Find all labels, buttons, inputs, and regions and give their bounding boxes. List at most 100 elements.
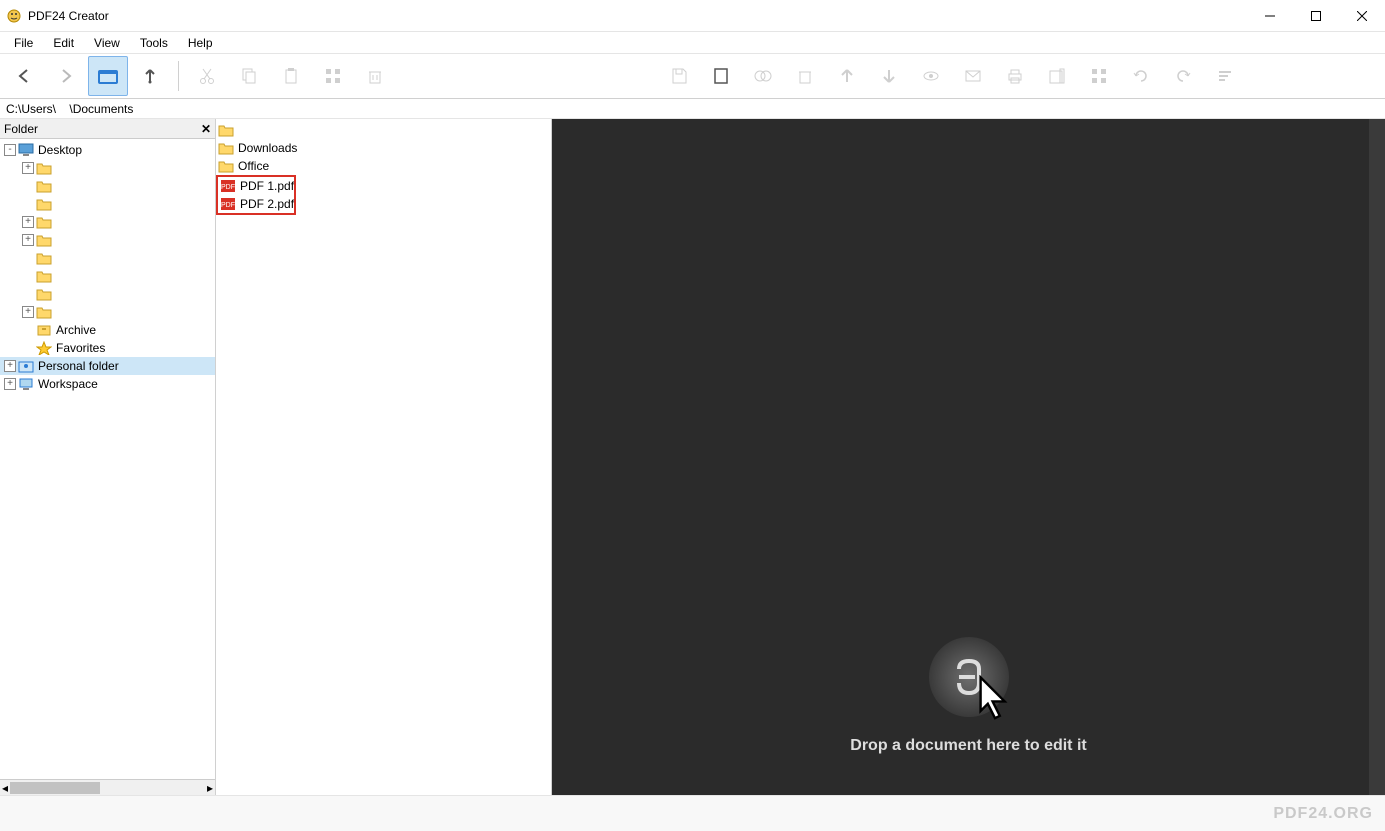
print-button[interactable] — [995, 56, 1035, 96]
folder-header-label: Folder — [4, 122, 38, 136]
scroll-left-icon[interactable]: ◂ — [2, 781, 8, 795]
tree-row[interactable]: Archive — [0, 321, 215, 339]
tree-label: Archive — [54, 323, 98, 337]
expand-icon[interactable]: + — [22, 216, 34, 228]
menu-edit[interactable]: Edit — [43, 33, 84, 53]
file-row-folder[interactable]: Downloads — [216, 139, 551, 157]
folder-icon — [36, 197, 52, 211]
merge-button[interactable] — [743, 56, 783, 96]
folder-icon — [36, 269, 52, 283]
folder-icon — [218, 123, 234, 137]
menu-view[interactable]: View — [84, 33, 130, 53]
folder-pane: Folder ✕ -Desktop++++ArchiveFavorites+Pe… — [0, 119, 216, 795]
grid-view-button[interactable] — [313, 56, 353, 96]
footer-brand: PDF24.ORG — [1273, 805, 1373, 823]
close-button[interactable] — [1339, 0, 1385, 32]
folder-icon — [36, 215, 52, 229]
cut-button[interactable] — [187, 56, 227, 96]
file-label: Office — [238, 159, 269, 173]
expand-icon[interactable]: + — [22, 162, 34, 174]
folder-icon — [36, 287, 52, 301]
tree-row[interactable]: Favorites — [0, 339, 215, 357]
menubar: File Edit View Tools Help — [0, 32, 1385, 54]
thumbnails-button[interactable] — [1079, 56, 1119, 96]
expand-icon[interactable]: + — [4, 360, 16, 372]
tree-label: Personal folder — [36, 359, 121, 373]
preview-button[interactable] — [911, 56, 951, 96]
folder-icon — [36, 161, 52, 175]
rotate-right-button[interactable] — [1163, 56, 1203, 96]
tree-row[interactable] — [0, 267, 215, 285]
svg-text:PDF: PDF — [221, 184, 235, 191]
tree-row[interactable] — [0, 249, 215, 267]
personal-icon — [18, 359, 34, 373]
new-doc-button[interactable] — [701, 56, 741, 96]
tree-row[interactable] — [0, 195, 215, 213]
menu-tools[interactable]: Tools — [130, 33, 178, 53]
path-gap — [56, 102, 69, 116]
folder-icon — [218, 159, 234, 173]
tree-label: Workspace — [36, 377, 100, 391]
folder-icon — [218, 141, 234, 155]
pathbar: C:\Users\ \Documents — [0, 99, 1385, 119]
fax-button[interactable] — [1037, 56, 1077, 96]
email-button[interactable] — [953, 56, 993, 96]
menu-file[interactable]: File — [4, 33, 43, 53]
save-button[interactable] — [659, 56, 699, 96]
file-label: PDF 1.pdf — [240, 179, 294, 193]
back-button[interactable] — [4, 56, 44, 96]
workspace-icon — [18, 377, 34, 391]
tree-row[interactable]: + — [0, 213, 215, 231]
pdf-icon: PDF — [220, 179, 236, 193]
tree-scrollbar[interactable]: ◂ ▸ — [0, 779, 215, 795]
tree-row[interactable]: + — [0, 159, 215, 177]
tree-row[interactable] — [0, 177, 215, 195]
editor-pane[interactable]: Drop a document here to edit it — [552, 119, 1385, 795]
file-row-pdf[interactable]: PDFPDF 2.pdf — [218, 195, 294, 213]
sort-button[interactable] — [1205, 56, 1245, 96]
move-up-button[interactable] — [827, 56, 867, 96]
expand-icon[interactable]: + — [22, 234, 34, 246]
main-area: Folder ✕ -Desktop++++ArchiveFavorites+Pe… — [0, 119, 1385, 795]
file-list-pane[interactable]: Downloads Office PDF PDF 1.pdf PDFPDF 2.pdf — [216, 119, 552, 795]
collapse-icon[interactable]: - — [4, 144, 16, 156]
expand-icon[interactable]: + — [22, 306, 34, 318]
tree-row[interactable]: + Workspace — [0, 375, 215, 393]
explorer-button[interactable] — [88, 56, 128, 96]
up-button[interactable] — [130, 56, 170, 96]
forward-button[interactable] — [46, 56, 86, 96]
minimize-button[interactable] — [1247, 0, 1293, 32]
window-title: PDF24 Creator — [28, 9, 109, 23]
file-row-folder[interactable] — [216, 121, 551, 139]
move-down-button[interactable] — [869, 56, 909, 96]
folder-pane-close[interactable]: ✕ — [201, 122, 211, 136]
tree-row[interactable] — [0, 285, 215, 303]
file-label: Downloads — [238, 141, 297, 155]
trash-button[interactable] — [785, 56, 825, 96]
favorites-icon — [36, 341, 52, 355]
scroll-thumb[interactable] — [10, 782, 100, 794]
drop-logo — [929, 637, 1009, 717]
file-row-folder[interactable]: Office — [216, 157, 551, 175]
tree-label: Desktop — [36, 143, 84, 157]
scroll-right-icon[interactable]: ▸ — [207, 781, 213, 795]
selected-files-group: PDF PDF 1.pdf PDFPDF 2.pdf — [216, 175, 296, 215]
folder-icon — [36, 251, 52, 265]
rotate-left-button[interactable] — [1121, 56, 1161, 96]
paste-button[interactable] — [271, 56, 311, 96]
tree-row[interactable]: + Personal folder — [0, 357, 215, 375]
desktop-icon — [18, 143, 34, 157]
editor-scrollbar[interactable] — [1369, 119, 1385, 795]
tree-row[interactable]: + — [0, 231, 215, 249]
tree-row[interactable]: - Desktop — [0, 141, 215, 159]
file-row-pdf[interactable]: PDF PDF 1.pdf — [218, 177, 294, 195]
svg-text:PDF: PDF — [221, 202, 235, 209]
tree-row[interactable]: + — [0, 303, 215, 321]
pdf-icon: PDF — [220, 197, 236, 211]
expand-icon[interactable]: + — [4, 378, 16, 390]
folder-tree[interactable]: -Desktop++++ArchiveFavorites+Personal fo… — [0, 139, 215, 779]
delete-button[interactable] — [355, 56, 395, 96]
menu-help[interactable]: Help — [178, 33, 223, 53]
maximize-button[interactable] — [1293, 0, 1339, 32]
copy-button[interactable] — [229, 56, 269, 96]
